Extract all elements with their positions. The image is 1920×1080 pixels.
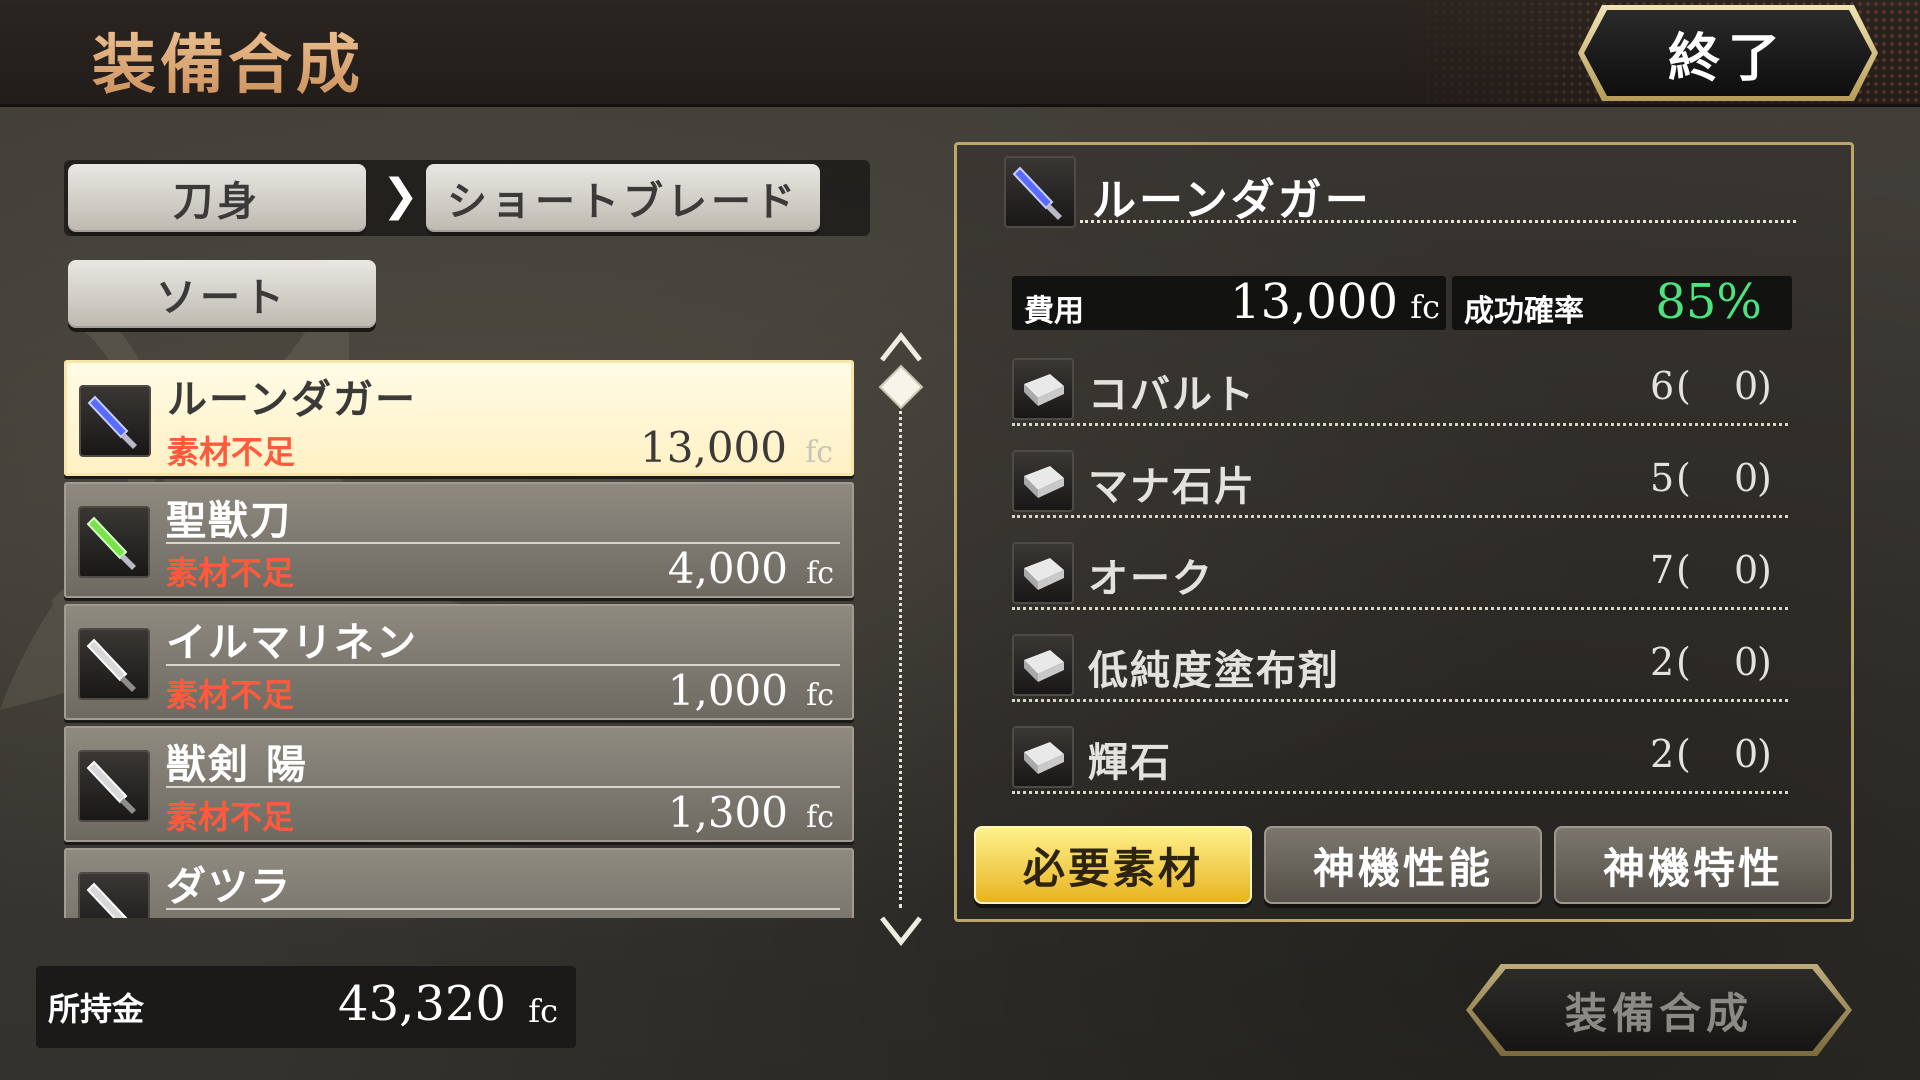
item-status: 素材不足 [167,433,296,471]
item-status: 素材不足 [166,554,295,592]
item-name: ダツラ [166,863,292,910]
item-price: 1,000 [667,666,788,715]
material-required: 7 [1650,548,1675,592]
material-name: コバルト [1088,371,1256,418]
dagger-icon [78,750,150,822]
money-label: 所持金 [48,990,145,1028]
material-owned: 0 [1734,640,1759,684]
material-required: 2 [1650,732,1675,776]
scrollbar-thumb[interactable] [876,362,926,412]
divider [1012,607,1788,610]
material-required: 2 [1650,640,1675,684]
material-row: 低純度塗布剤 2 ( 0 ) [1012,632,1788,706]
tab-performance[interactable]: 神機性能 [1264,826,1542,904]
list-item[interactable]: 聖獣刀 素材不足 4,000 fc [64,482,854,598]
list-item[interactable]: ルーンダガー 素材不足 13,000 fc [64,360,854,476]
money-value: 43,320 [338,976,506,1032]
cost-display: 費用 13,000 fc [1012,274,1446,330]
dagger-icon [78,628,150,700]
item-name: 獣剣 陽 [166,741,308,788]
scroll-up-arrow-icon[interactable] [878,332,924,364]
scroll-down-arrow-icon[interactable] [878,914,924,946]
cost-label: 費用 [1024,294,1084,329]
material-name: 輝石 [1088,739,1172,786]
category-button[interactable]: 刀身 [68,164,366,232]
divider [1012,791,1788,794]
item-name: 聖獣刀 [166,497,292,544]
divider [166,908,840,910]
list-item[interactable]: イルマリネン 素材不足 1,000 fc [64,604,854,720]
subcategory-button[interactable]: ショートブレード [426,164,820,232]
material-row: マナ石片 5 ( 0 ) [1012,448,1788,522]
ingot-icon [1012,542,1074,604]
material-required: 5 [1650,456,1675,500]
dagger-icon [78,872,150,918]
rune-dagger-icon [1004,156,1076,228]
title-divider [1080,220,1796,223]
breadcrumb-separator-icon: ❯ [382,170,419,221]
item-list[interactable]: ルーンダガー 素材不足 13,000 fc 聖獣刀 素材不足 4,000 fc … [64,356,856,918]
item-name: イルマリネン [166,619,418,666]
cost-value: 13,000 [1230,274,1398,330]
end-button[interactable]: 終了 [1584,10,1872,96]
item-status: 素材不足 [166,798,295,836]
currency-unit: fc [806,556,834,591]
ingot-icon [1012,450,1074,512]
sort-button[interactable]: ソート [68,260,376,328]
success-rate-value: 85% [1655,274,1762,330]
divider [1012,515,1788,518]
ingot-icon [1012,726,1074,788]
detail-title: ルーンダガー [1092,175,1372,226]
material-owned: 0 [1734,456,1759,500]
divider [1012,423,1788,426]
currency-unit: fc [1410,288,1440,326]
ingot-icon [1012,634,1074,696]
money-display: 所持金 43,320 fc [36,966,576,1048]
material-name: マナ石片 [1088,463,1256,510]
success-rate-display: 成功確率 85% [1452,274,1792,330]
material-name: オーク [1088,555,1214,602]
divider [1012,699,1788,702]
item-price: 1,300 [667,788,788,837]
rune-dagger-icon [79,385,151,457]
currency-unit: fc [528,992,558,1030]
material-required: 6 [1650,364,1675,408]
currency-unit: fc [806,800,834,835]
currency-unit: fc [806,678,834,713]
item-status: 素材不足 [166,676,295,714]
material-owned: 0 [1734,548,1759,592]
page-title: 装備合成 [92,14,364,106]
item-price: 4,000 [667,544,788,593]
material-row: オーク 7 ( 0 ) [1012,540,1788,614]
material-owned: 0 [1734,732,1759,776]
tab-traits[interactable]: 神機特性 [1554,826,1832,904]
synthesize-button[interactable]: 装備合成 [1472,969,1846,1051]
material-row: コバルト 6 ( 0 ) [1012,356,1788,430]
tab-required-materials[interactable]: 必要素材 [974,826,1252,904]
item-name: ルーンダガー [167,376,417,423]
holy-beast-sword-icon [78,506,150,578]
detail-panel [954,142,1854,922]
material-owned: 0 [1734,364,1759,408]
success-rate-label: 成功確率 [1464,294,1584,329]
item-price: 13,000 [640,423,787,472]
currency-unit: fc [805,435,833,470]
list-item[interactable]: 獣剣 陽 素材不足 1,300 fc [64,726,854,842]
scrollbar-track[interactable] [899,404,902,908]
material-row: 輝石 2 ( 0 ) [1012,724,1788,798]
material-name: 低純度塗布剤 [1088,647,1340,694]
ingot-icon [1012,358,1074,420]
list-item[interactable]: ダツラ [64,848,854,918]
